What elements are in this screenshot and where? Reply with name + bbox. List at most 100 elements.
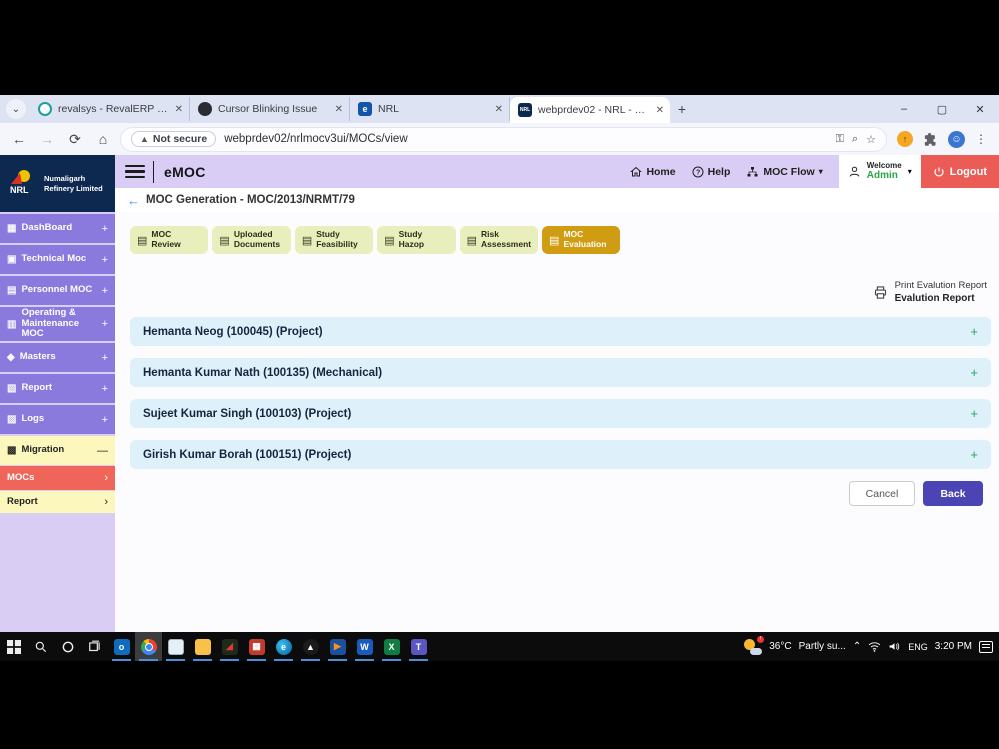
language-indicator[interactable]: ENG [908, 642, 928, 652]
accordion-row[interactable]: Sujeet Kumar Singh (100103) (Project) + [130, 399, 991, 429]
tab-close-icon[interactable]: ✕ [175, 104, 183, 115]
expand-plus-icon[interactable]: + [970, 447, 978, 462]
document-icon: ▤ [137, 234, 148, 247]
weather-icon[interactable]: ! [744, 635, 765, 655]
address-bar[interactable]: ▲ Not secure webprdev02/nrlmocv3ui/MOCs/… [120, 126, 887, 152]
logout-button[interactable]: Logout [920, 155, 999, 188]
tab-close-icon[interactable]: ✕ [656, 105, 664, 116]
sidebar-item-masters[interactable]: ◆ Masters + [0, 343, 115, 372]
taskbar-app-teams[interactable]: T [405, 632, 432, 661]
close-button[interactable]: ✕ [961, 95, 999, 123]
tab-title: Cursor Blinking Issue [218, 103, 318, 115]
start-button[interactable] [0, 632, 27, 661]
taskbar-app-excel[interactable]: X [378, 632, 405, 661]
action-center-icon[interactable] [979, 640, 993, 653]
nav-moc-flow[interactable]: MOC Flow ▾ [746, 166, 823, 178]
search-button[interactable] [27, 632, 54, 661]
emoc-app: NRL Numaligarh Refinery Limited ▦ DashBo… [0, 155, 999, 661]
forward-icon[interactable]: → [36, 131, 58, 147]
taskbar-app-edge[interactable]: e [270, 632, 297, 661]
not-secure-chip[interactable]: ▲ Not secure [131, 131, 217, 147]
sidebar-item-operating-maintenance-moc[interactable]: ▥ Operating & Maintenance MOC + [0, 307, 115, 341]
svg-text:NRL: NRL [10, 185, 29, 194]
sidebar-item-migration[interactable]: ▩ Migration — [0, 436, 115, 465]
back-arrow-icon[interactable]: ← [127, 193, 140, 208]
bookmark-star-icon[interactable]: ☆ [866, 133, 876, 146]
back-button[interactable]: Back [923, 481, 983, 507]
expand-plus-icon[interactable]: + [102, 285, 108, 297]
nav-home[interactable]: Home [630, 166, 676, 178]
print-report-label[interactable]: Print Evalution Report [895, 280, 987, 292]
expand-plus-icon[interactable]: + [102, 254, 108, 266]
chevron-up-icon[interactable]: ⌃ [853, 641, 861, 652]
chrome-update-icon[interactable]: ↑ [897, 131, 913, 147]
expand-plus-icon[interactable]: + [102, 352, 108, 364]
tab-uploaded-documents[interactable]: ▤ Uploaded Documents [212, 226, 291, 254]
speaker-icon[interactable] [888, 641, 901, 652]
cancel-button[interactable]: Cancel [849, 481, 915, 507]
sidebar-item-technical-moc[interactable]: ▣ Technical Moc + [0, 245, 115, 274]
tab-close-icon[interactable]: ✕ [495, 104, 503, 115]
temperature[interactable]: 36°C [769, 641, 791, 652]
collapse-minus-icon[interactable]: — [97, 445, 108, 457]
expand-plus-icon[interactable]: + [102, 414, 108, 426]
taskbar-app-word[interactable]: W [351, 632, 378, 661]
tab-risk-assessment[interactable]: ▤ Risk Assessment [459, 226, 539, 254]
accordion-row[interactable]: Girish Kumar Borah (100151) (Project) + [130, 440, 991, 470]
tab-moc-review[interactable]: ▤ MOC Review [130, 226, 209, 254]
task-view-button[interactable] [81, 632, 108, 661]
profile-avatar[interactable]: ☺ [948, 130, 965, 148]
restore-button[interactable]: ▢ [923, 95, 961, 123]
sidebar-item-report[interactable]: ▧ Report + [0, 374, 115, 403]
browser-tab[interactable]: e NRL ✕ [350, 97, 510, 121]
expand-plus-icon[interactable]: + [102, 318, 108, 330]
home-icon[interactable]: ⌂ [92, 131, 114, 147]
expand-plus-icon[interactable]: + [970, 324, 978, 339]
zoom-icon[interactable]: ⌕ [852, 133, 858, 146]
url-text[interactable]: webprdev02/nrlmocv3ui/MOCs/view [224, 133, 827, 145]
wifi-icon[interactable] [868, 641, 881, 652]
new-tab-button[interactable]: + [670, 97, 694, 121]
tab-study-feasibility[interactable]: ▤ Study Feasibility [294, 226, 374, 254]
browser-tab[interactable]: revalsys - RevalERP - Time Shee ✕ [30, 97, 190, 121]
expand-plus-icon[interactable]: + [970, 406, 978, 421]
expand-plus-icon[interactable]: + [970, 365, 978, 380]
sidebar-item-logs[interactable]: ▨ Logs + [0, 405, 115, 434]
browser-menu-icon[interactable]: ⋮ [975, 132, 987, 146]
nav-help[interactable]: ? Help [692, 166, 730, 178]
sidebar-item-migration-report[interactable]: Report › [0, 491, 115, 513]
weather-label[interactable]: Partly su... [799, 641, 846, 652]
extensions-puzzle-icon[interactable] [923, 132, 938, 147]
tab-search-button[interactable]: ⌄ [6, 99, 26, 119]
taskbar-app-security[interactable]: ▦ [243, 632, 270, 661]
sidebar-item-dashboard[interactable]: ▦ DashBoard + [0, 214, 115, 243]
clock[interactable]: 3:20 PM [935, 641, 972, 652]
minimize-button[interactable]: – [885, 95, 923, 123]
taskbar-app-media-player[interactable]: ▶ [324, 632, 351, 661]
cortana-button[interactable] [54, 632, 81, 661]
expand-plus-icon[interactable]: + [102, 383, 108, 395]
taskbar-app-snip[interactable]: ◢ [216, 632, 243, 661]
accordion-row[interactable]: Hemanta Neog (100045) (Project) + [130, 317, 991, 347]
taskbar-app-photos[interactable]: ▲ [297, 632, 324, 661]
taskbar-app-outlook[interactable]: o [108, 632, 135, 661]
tab-close-icon[interactable]: ✕ [335, 104, 343, 115]
browser-tab-active[interactable]: NRL webprdev02 - NRL - MOCs List ✕ [510, 97, 670, 123]
browser-tab[interactable]: Cursor Blinking Issue ✕ [190, 97, 350, 121]
user-menu[interactable]: Welcome Admin ▾ [838, 155, 921, 188]
password-key-icon[interactable]: ⚿ [836, 133, 844, 146]
print-report-link[interactable]: Print Evalution Report Evalution Report [121, 280, 987, 305]
taskbar-app-file-explorer[interactable] [189, 632, 216, 661]
taskbar-app-chrome[interactable] [135, 632, 162, 661]
reload-icon[interactable]: ⟳ [64, 131, 86, 148]
taskbar-app-notes[interactable] [162, 632, 189, 661]
expand-plus-icon[interactable]: + [102, 223, 108, 235]
back-icon[interactable]: ← [8, 131, 30, 147]
tab-moc-evaluation-active[interactable]: ▤ MOC Evaluation [542, 226, 621, 254]
sidebar-item-personnel-moc[interactable]: ▤ Personnel MOC + [0, 276, 115, 305]
hamburger-menu-icon[interactable] [125, 164, 145, 179]
accordion-row[interactable]: Hemanta Kumar Nath (100135) (Mechanical)… [130, 358, 991, 388]
evaluation-report-label[interactable]: Evalution Report [895, 292, 987, 305]
tab-study-hazop[interactable]: ▤ Study Hazop [377, 226, 456, 254]
sidebar-item-mocs-active[interactable]: MOCs › [0, 466, 115, 490]
